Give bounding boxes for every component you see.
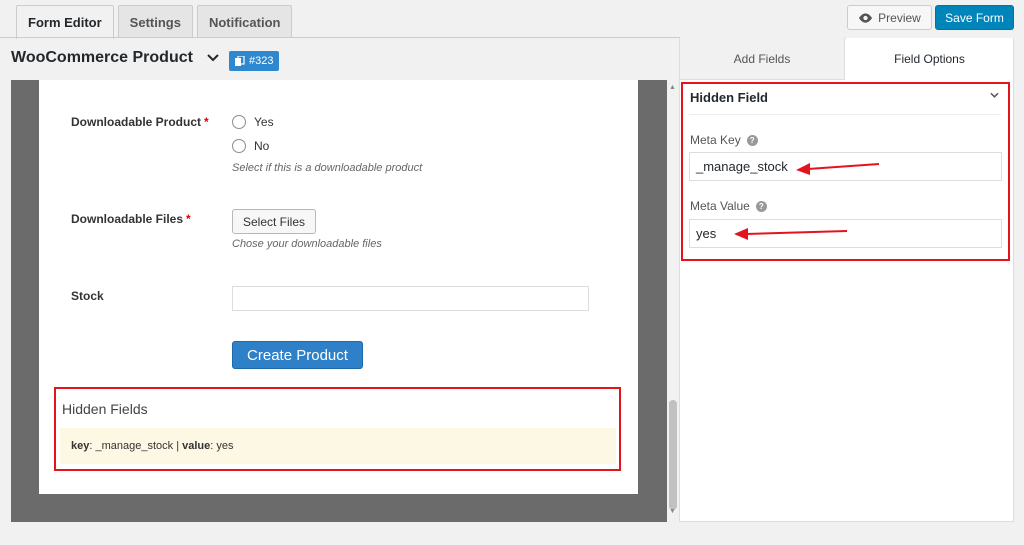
tab-add-fields[interactable]: Add Fields	[680, 38, 845, 80]
canvas-scrollbar[interactable]: ▲ ▼	[667, 80, 679, 522]
stock-input[interactable]	[232, 286, 589, 311]
meta-key-input[interactable]: _manage_stock	[689, 152, 1002, 181]
form-title-text: WooCommerce Product	[11, 49, 193, 66]
meta-value-input[interactable]: yes	[689, 219, 1002, 248]
meta-key-label: Meta Key ?	[690, 133, 758, 147]
hidden-value-value: : yes	[210, 440, 234, 452]
meta-key-label-text: Meta Key	[690, 133, 741, 147]
tab-form-editor[interactable]: Form Editor	[16, 5, 114, 39]
create-product-button[interactable]: Create Product	[232, 341, 363, 369]
radio-no[interactable]: No	[232, 139, 269, 153]
field-section-title[interactable]: Hidden Field	[690, 90, 768, 105]
radio-circle-icon[interactable]	[232, 115, 246, 129]
hidden-key-value: : _manage_stock |	[89, 440, 183, 452]
eye-icon	[859, 12, 873, 23]
scroll-down-icon[interactable]: ▼	[669, 508, 676, 515]
scroll-up-icon[interactable]: ▲	[669, 84, 676, 91]
stock-label: Stock	[71, 289, 104, 303]
form-id-text: #323	[249, 55, 274, 67]
help-icon[interactable]: ?	[755, 200, 767, 212]
save-form-button[interactable]: Save Form	[935, 5, 1014, 30]
chevron-down-icon[interactable]	[990, 90, 999, 101]
tab-field-options[interactable]: Field Options	[846, 38, 1013, 80]
downloadable-files-help: Chose your downloadable files	[232, 238, 382, 250]
radio-yes-label: Yes	[254, 115, 274, 129]
radio-no-label: No	[254, 139, 270, 153]
downloadable-files-label: Downloadable Files *	[71, 212, 191, 226]
hidden-fields-title: Hidden Fields	[62, 401, 148, 417]
form-title[interactable]: WooCommerce Product	[11, 49, 219, 67]
tabs-divider	[0, 37, 680, 38]
tab-settings[interactable]: Settings	[117, 5, 193, 38]
editor-tabs: Form Editor Settings Notification	[16, 5, 296, 39]
required-marker: *	[186, 212, 191, 226]
downloadable-files-label-text: Downloadable Files	[71, 212, 184, 226]
required-marker: *	[204, 115, 209, 129]
help-icon[interactable]: ?	[746, 134, 758, 146]
downloadable-product-label-text: Downloadable Product	[71, 115, 202, 129]
form-id-badge[interactable]: #323	[229, 51, 280, 71]
scroll-thumb[interactable]	[669, 400, 677, 510]
radio-circle-icon[interactable]	[232, 139, 246, 153]
copy-icon	[235, 55, 245, 66]
meta-value-label: Meta Value ?	[690, 199, 767, 213]
chevron-down-icon	[207, 54, 219, 62]
hidden-value-label: value	[182, 440, 211, 452]
tab-notification[interactable]: Notification	[196, 5, 293, 38]
meta-value-label-text: Meta Value	[690, 199, 750, 213]
preview-button[interactable]: Preview	[847, 5, 932, 30]
hidden-field-row[interactable]: key: _manage_stock | value: yes	[60, 428, 616, 464]
downloadable-product-label: Downloadable Product *	[71, 115, 209, 129]
radio-yes[interactable]: Yes	[232, 115, 274, 129]
preview-label: Preview	[878, 10, 921, 25]
hidden-key-label: key	[71, 440, 90, 452]
select-files-button[interactable]: Select Files	[232, 209, 316, 234]
downloadable-product-help: Select if this is a downloadable product	[232, 162, 423, 174]
section-divider	[689, 114, 1001, 115]
